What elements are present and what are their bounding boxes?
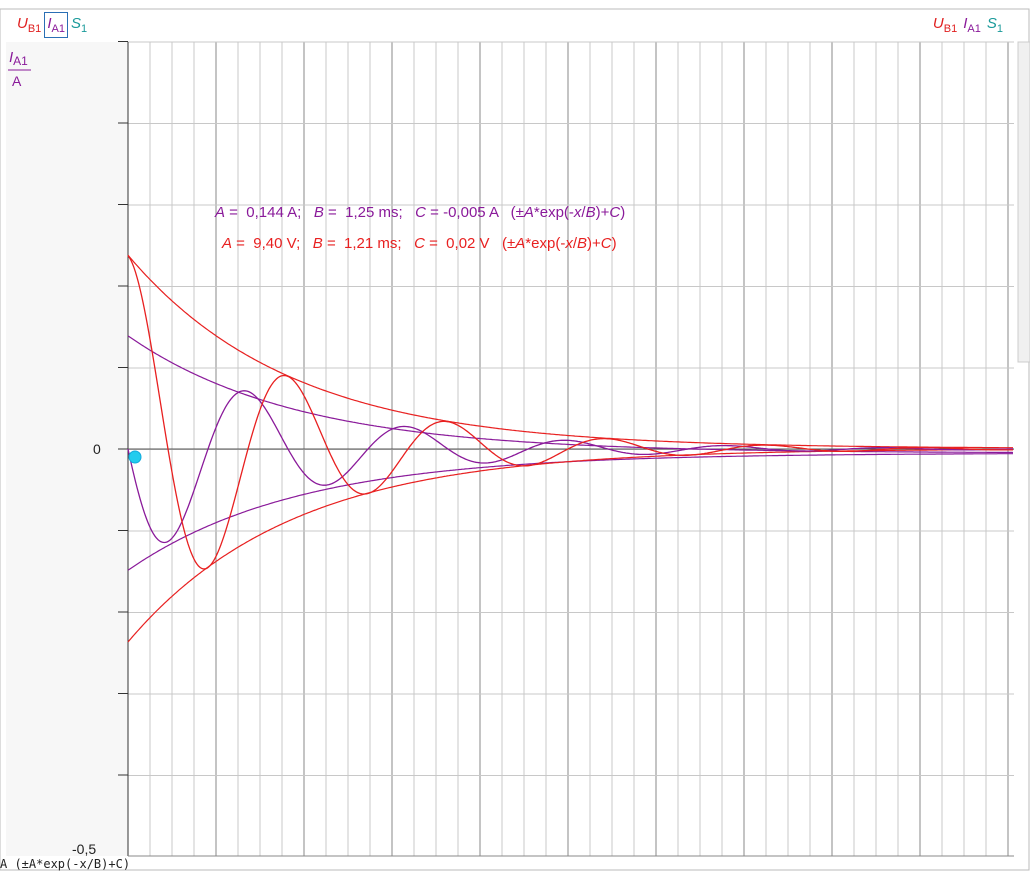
envelope-lower-i-a1 [127,453,1013,571]
series-i-a1 [127,390,1013,544]
chart-area[interactable]: IA1A0-0,5A = 0,144 A; B = 1,25 ms; C = -… [0,0,1030,871]
envelope-upper-u-b1 [127,254,1013,449]
y-axis-panel [6,42,128,856]
plot-window: UB1 IA1 S1 UB1 IA1 S1 IA1 A 0 -0,5 A = 0,144 A; … [0,0,1030,871]
window-border [0,8,1030,871]
series-u-b1 [127,255,1014,570]
cursor-marker [128,450,142,464]
fit-annotation-i-a1: A = 0,144 A; B = 1,25 ms; C = -0,005 A (… [214,204,625,221]
y-tick-label-bottom: -0,5 [72,841,96,857]
y-tick-label-zero: 0 [93,441,101,457]
vertical-scrollbar [1017,41,1030,363]
fit-annotation-u-b1: A = 9,40 V; B = 1,21 ms; C = 0,02 V (±A*… [221,235,617,252]
envelope-upper-i-a1 [127,335,1014,454]
bottom-status-text: A (±A*exp(-x/B)+C) [0,857,131,871]
envelope-lower-u-b1 [127,448,1014,643]
y-axis-unit: A [12,73,22,89]
